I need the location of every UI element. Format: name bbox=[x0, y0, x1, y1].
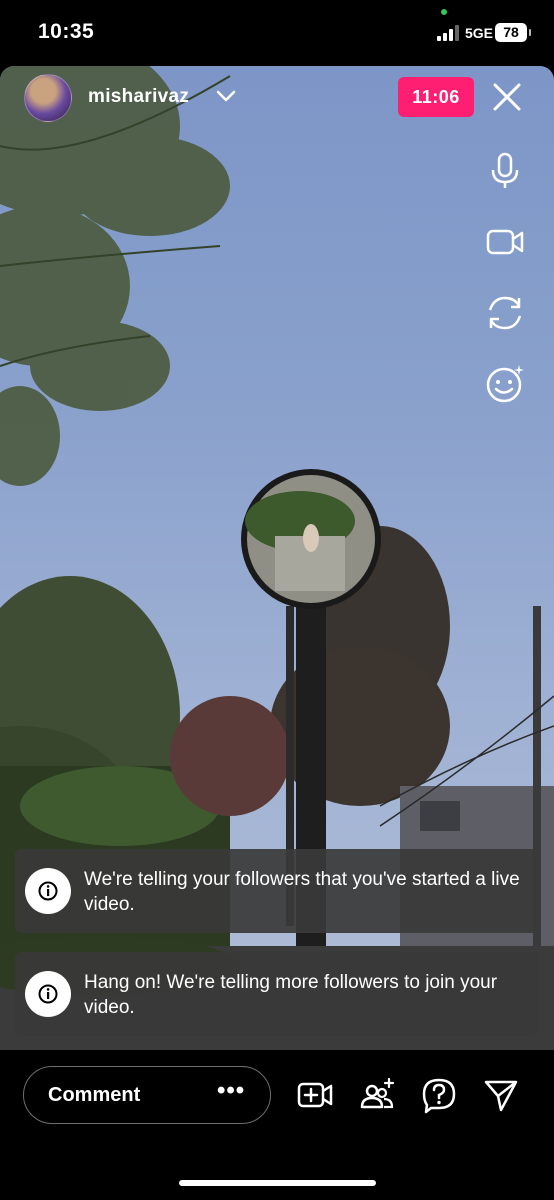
live-notification-toast: Hang on! We're telling more followers to… bbox=[15, 952, 539, 1036]
close-icon[interactable] bbox=[490, 80, 524, 114]
more-options-button[interactable]: ••• bbox=[217, 1077, 245, 1105]
comment-input[interactable]: Comment ••• bbox=[23, 1066, 271, 1124]
toast-message: Hang on! We're telling more followers to… bbox=[84, 972, 498, 1018]
status-time: 10:35 bbox=[38, 20, 95, 43]
live-notification-toast: We're telling your followers that you've… bbox=[15, 849, 539, 933]
microphone-icon[interactable] bbox=[484, 150, 526, 192]
network-type: 5GE bbox=[465, 25, 494, 41]
info-icon bbox=[25, 868, 71, 914]
live-timer: 11:06 bbox=[398, 77, 474, 117]
video-camera-icon[interactable] bbox=[484, 221, 526, 263]
toast-message: We're telling your followers that you've… bbox=[84, 869, 520, 915]
info-icon bbox=[25, 971, 71, 1017]
invite-guests-icon[interactable] bbox=[358, 1076, 396, 1114]
avatar[interactable] bbox=[24, 74, 72, 122]
question-icon[interactable] bbox=[420, 1076, 458, 1114]
home-indicator[interactable] bbox=[179, 1180, 376, 1186]
cellular-signal-icon bbox=[437, 25, 461, 41]
username[interactable]: misharivaz bbox=[88, 86, 189, 108]
battery-indicator: 78 bbox=[495, 23, 531, 42]
chevron-down-icon[interactable] bbox=[215, 88, 237, 104]
effects-face-icon[interactable] bbox=[484, 363, 526, 405]
flip-camera-icon[interactable] bbox=[484, 292, 526, 334]
comment-placeholder: Comment bbox=[48, 1084, 141, 1106]
status-bar: 10:35 5GE 78 bbox=[0, 0, 554, 66]
send-icon[interactable] bbox=[482, 1076, 520, 1114]
privacy-indicator-dot bbox=[441, 9, 447, 15]
add-video-icon[interactable] bbox=[296, 1076, 334, 1114]
